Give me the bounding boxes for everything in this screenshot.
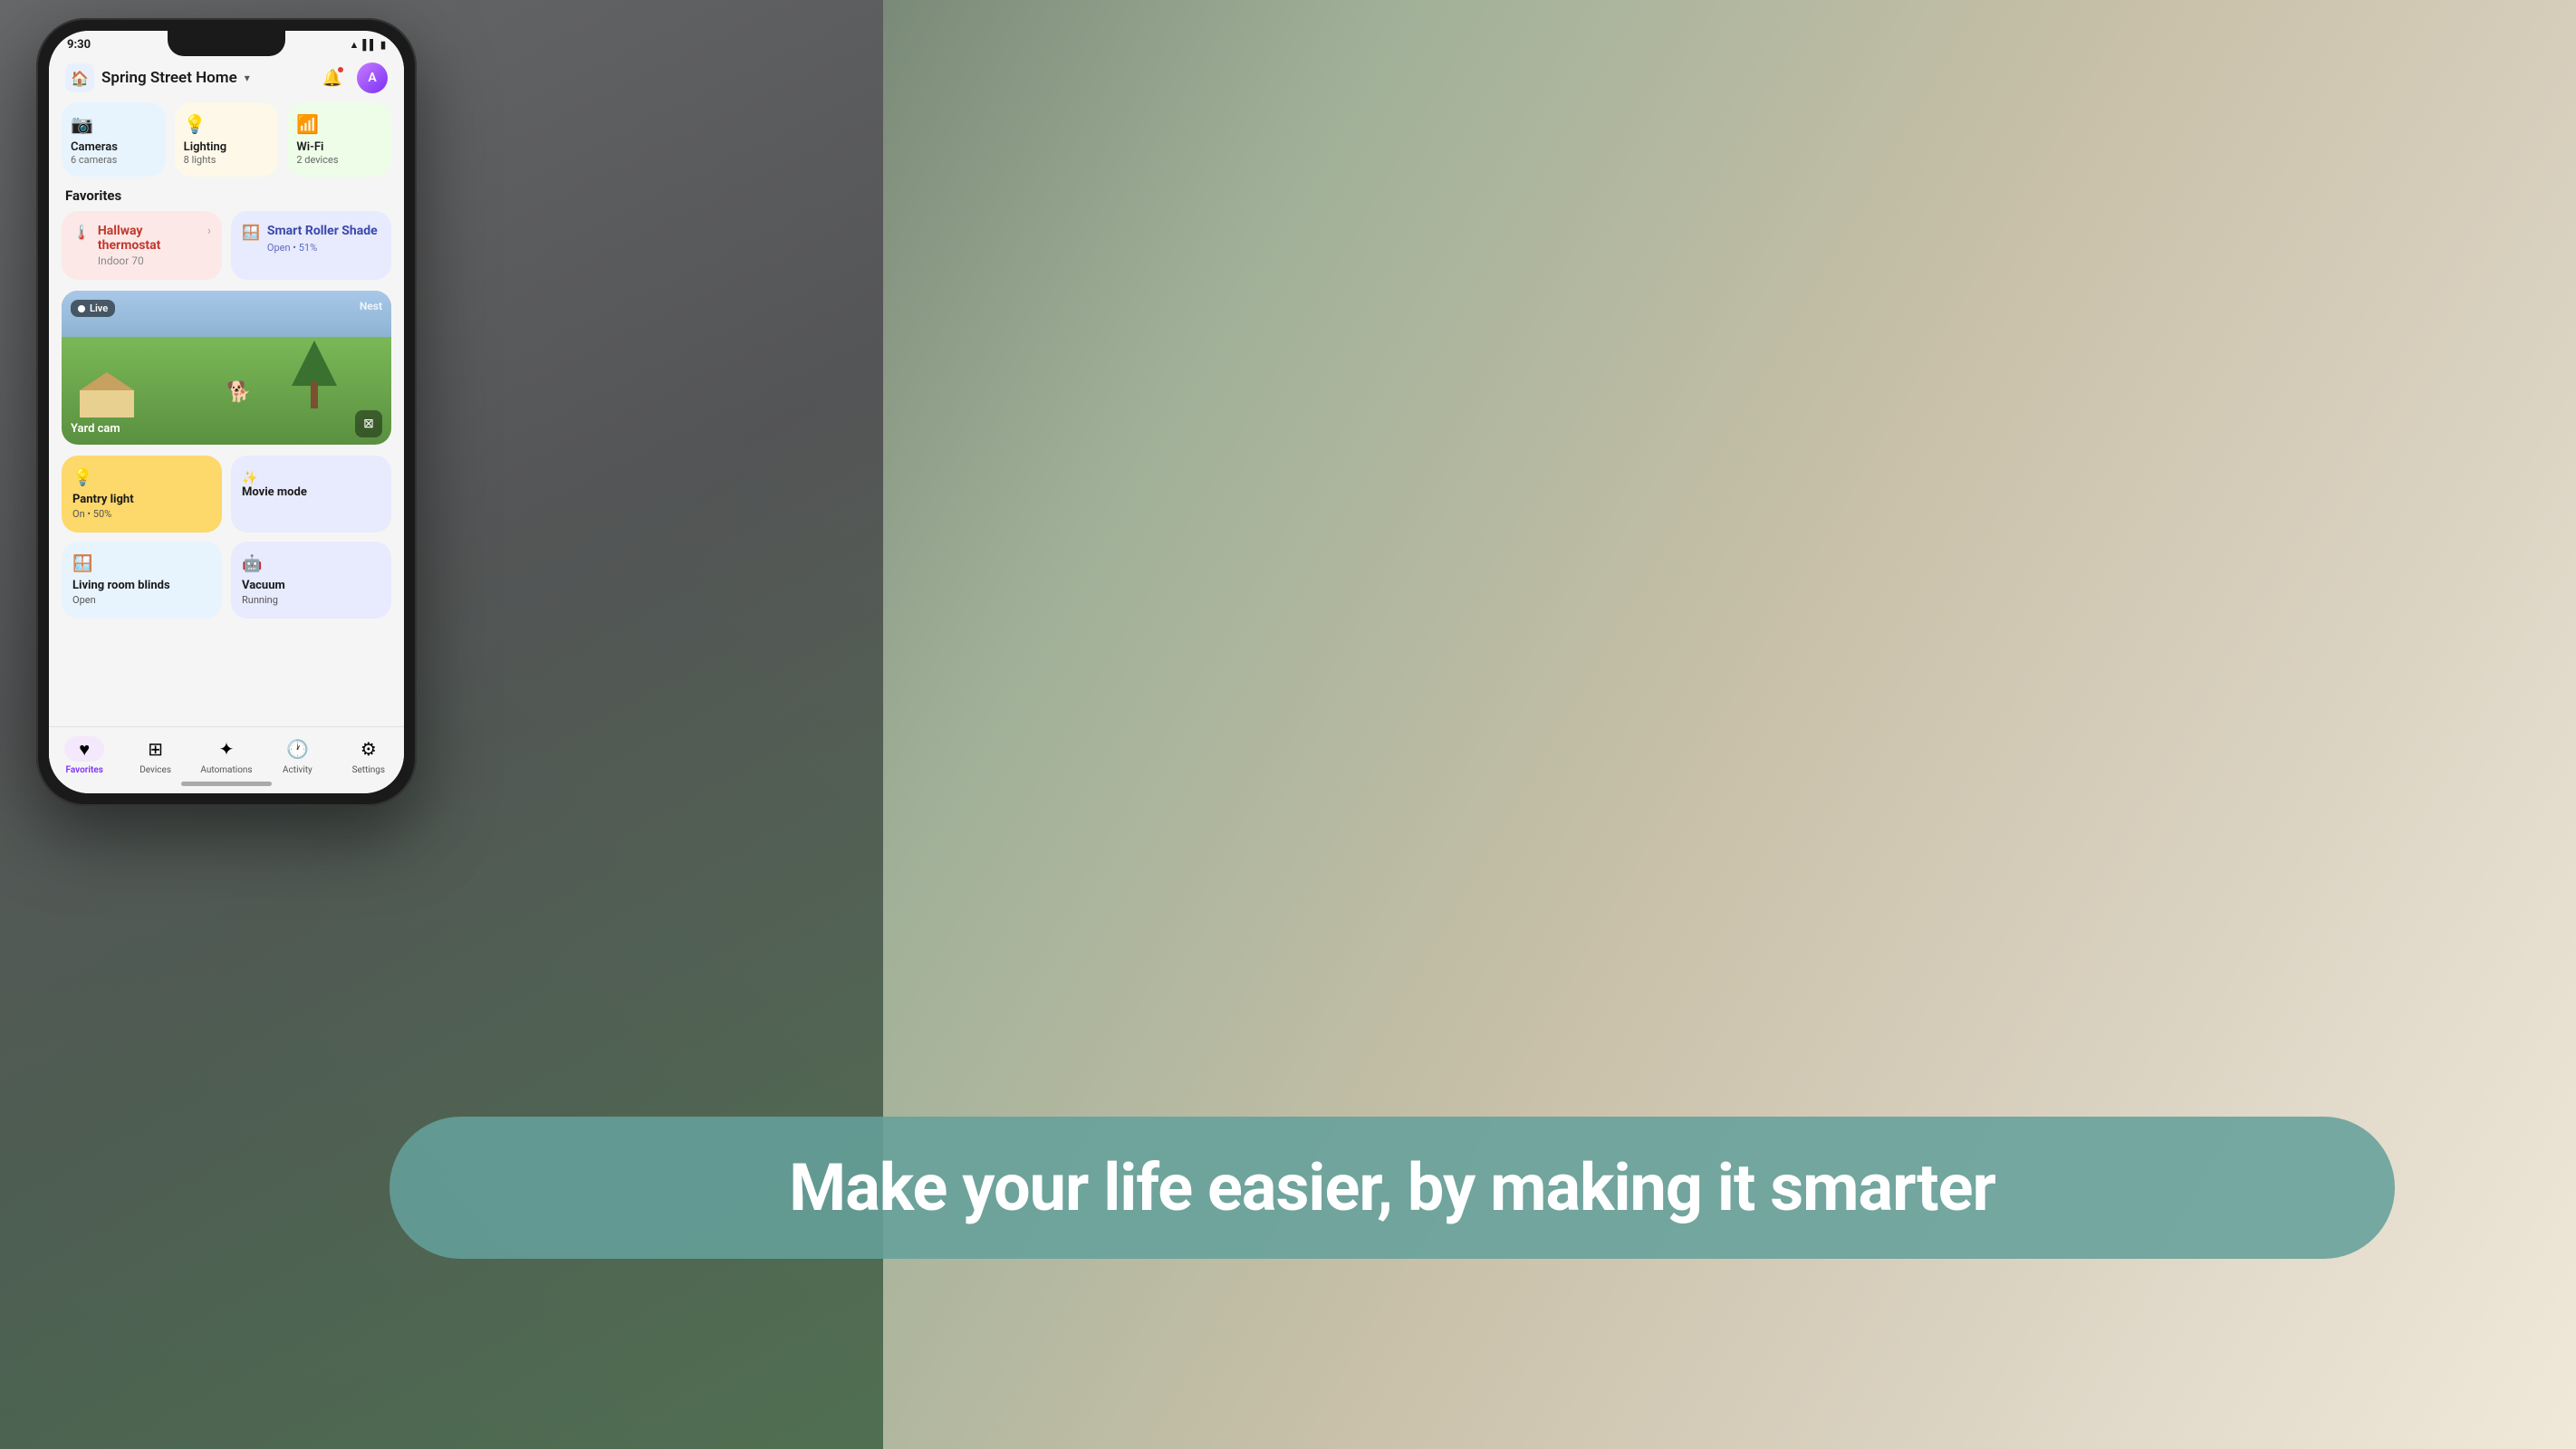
header-actions: 🔔 A (317, 62, 388, 93)
live-label: Live (90, 302, 108, 314)
roller-shade-detail: Open • 51% (267, 242, 378, 254)
wifi-count: 2 devices (296, 154, 382, 166)
camera-feed-label: Yard cam (71, 422, 120, 436)
camera-card[interactable]: 🐕 Live Nest Yard cam ⊠ (62, 291, 391, 445)
roller-shade-card[interactable]: 🪟 Smart Roller Shade Open • 51% (231, 211, 391, 280)
home-name: Spring Street Home (101, 69, 237, 87)
vacuum-icon: 🤖 (242, 554, 380, 573)
vacuum-card[interactable]: 🤖 Vacuum Running (231, 542, 391, 619)
roller-shade-info: Smart Roller Shade Open • 51% (267, 224, 378, 254)
roller-shade-inner: 🪟 Smart Roller Shade Open • 51% (242, 224, 380, 254)
live-dot (78, 305, 85, 312)
camera-category-icon: 📷 (71, 113, 157, 135)
yard-house (80, 372, 134, 417)
phone-notch (168, 31, 285, 56)
nav-automations[interactable]: ✦ Automations (191, 736, 262, 775)
thermostat-subtitle: Indoor 70 (98, 254, 200, 267)
devices-nav-label: Devices (139, 765, 171, 775)
thermostat-chevron-icon: › (207, 224, 211, 238)
blinds-card[interactable]: 🪟 Living room blinds Open (62, 542, 222, 619)
pantry-light-card[interactable]: 💡 Pantry light On • 50% (62, 456, 222, 533)
camera-live-badge: Live (71, 300, 115, 317)
house-body (80, 390, 134, 417)
wifi-category-icon: 📶 (296, 113, 382, 135)
vacuum-status: Running (242, 594, 380, 606)
thermostat-icon: 🌡️ (72, 224, 91, 241)
yard-tree (292, 341, 337, 408)
favorites-nav-icon: ♥ (64, 736, 104, 762)
house-roof (80, 372, 134, 390)
blinds-icon: 🪟 (72, 554, 211, 573)
cameras-label: Cameras (71, 140, 157, 154)
chevron-down-icon: ▾ (245, 72, 250, 84)
tagline-banner: Make your life easier, by making it smar… (389, 1117, 2395, 1259)
blinds-name: Living room blinds (72, 579, 211, 592)
battery-status-icon: ▮ (380, 39, 386, 51)
cameras-count: 6 cameras (71, 154, 157, 166)
automations-nav-icon: ✦ (214, 736, 239, 762)
lighting-category-icon: 💡 (184, 113, 270, 135)
pantry-light-icon: 💡 (72, 468, 211, 487)
movie-mode-card[interactable]: ✨ Movie mode (231, 456, 391, 533)
status-icons: ▲ ▌▌ ▮ (349, 39, 386, 51)
nav-devices[interactable]: ⊞ Devices (120, 736, 190, 775)
activity-nav-label: Activity (283, 765, 312, 775)
settings-nav-icon: ⚙ (356, 736, 381, 762)
favorites-section-title: Favorites (49, 187, 404, 211)
category-card-cameras[interactable]: 📷 Cameras 6 cameras (62, 102, 166, 177)
thermostat-card[interactable]: 🌡️ Hallway thermostat Indoor 70 › (62, 211, 222, 280)
status-time: 9:30 (67, 38, 91, 52)
phone-outer: 9:30 ▲ ▌▌ ▮ 🏠 Spring Street Home ▾ (36, 18, 417, 806)
home-selector[interactable]: 🏠 Spring Street Home ▾ (65, 63, 250, 92)
wifi-label: Wi-Fi (296, 140, 382, 154)
devices-nav-icon: ⊞ (143, 736, 168, 762)
automations-nav-label: Automations (200, 765, 252, 775)
lighting-count: 8 lights (184, 154, 270, 166)
camera-brand-logo: Nest (360, 300, 382, 312)
phone-inner: 9:30 ▲ ▌▌ ▮ 🏠 Spring Street Home ▾ (49, 31, 404, 793)
thermostat-inner: 🌡️ Hallway thermostat Indoor 70 › (72, 224, 211, 267)
category-card-wifi[interactable]: 📶 Wi-Fi 2 devices (287, 102, 391, 177)
movie-mode-icon: ✨ (242, 471, 257, 485)
activity-nav-icon: 🕐 (284, 736, 310, 762)
roller-shade-title: Smart Roller Shade (267, 224, 378, 238)
yard-dog: 🐕 (226, 381, 251, 404)
nav-settings[interactable]: ⚙ Settings (333, 736, 404, 775)
favorites-row: 🌡️ Hallway thermostat Indoor 70 › 🪟 Smar… (49, 211, 404, 280)
roller-shade-icon: 🪟 (242, 224, 260, 241)
phone-mockup: 9:30 ▲ ▌▌ ▮ 🏠 Spring Street Home ▾ (36, 18, 417, 806)
nav-activity[interactable]: 🕐 Activity (262, 736, 332, 775)
app-header: 🏠 Spring Street Home ▾ 🔔 A (49, 55, 404, 102)
pantry-light-name: Pantry light (72, 493, 211, 506)
favorites-nav-label: Favorites (66, 765, 103, 775)
notification-dot (337, 66, 344, 73)
wifi-status-icon: ▲ (349, 39, 359, 51)
home-indicator (181, 782, 272, 786)
movie-mode-name: Movie mode (242, 485, 380, 499)
tree-trunk (311, 381, 318, 408)
category-card-lighting[interactable]: 💡 Lighting 8 lights (175, 102, 279, 177)
thermostat-info: Hallway thermostat Indoor 70 (98, 224, 200, 267)
nav-favorites[interactable]: ♥ Favorites (49, 736, 120, 775)
tree-top (292, 341, 337, 386)
avatar[interactable]: A (357, 62, 388, 93)
thermostat-title: Hallway thermostat (98, 224, 200, 253)
category-row: 📷 Cameras 6 cameras 💡 Lighting 8 lights … (49, 102, 404, 177)
pantry-light-status: On • 50% (72, 508, 211, 520)
lighting-label: Lighting (184, 140, 270, 154)
tagline-text: Make your life easier, by making it smar… (789, 1149, 1995, 1226)
mute-icon: ⊠ (363, 417, 374, 431)
signal-status-icon: ▌▌ (362, 39, 377, 51)
camera-mute-button[interactable]: ⊠ (355, 410, 382, 437)
vacuum-name: Vacuum (242, 579, 380, 592)
device-row-2: 🪟 Living room blinds Open 🤖 Vacuum Runni… (49, 542, 404, 619)
home-icon: 🏠 (65, 63, 94, 92)
notification-button[interactable]: 🔔 (317, 62, 348, 93)
settings-nav-label: Settings (352, 765, 386, 775)
device-row-1: 💡 Pantry light On • 50% ✨ Movie mode (49, 456, 404, 533)
blinds-status: Open (72, 594, 211, 606)
